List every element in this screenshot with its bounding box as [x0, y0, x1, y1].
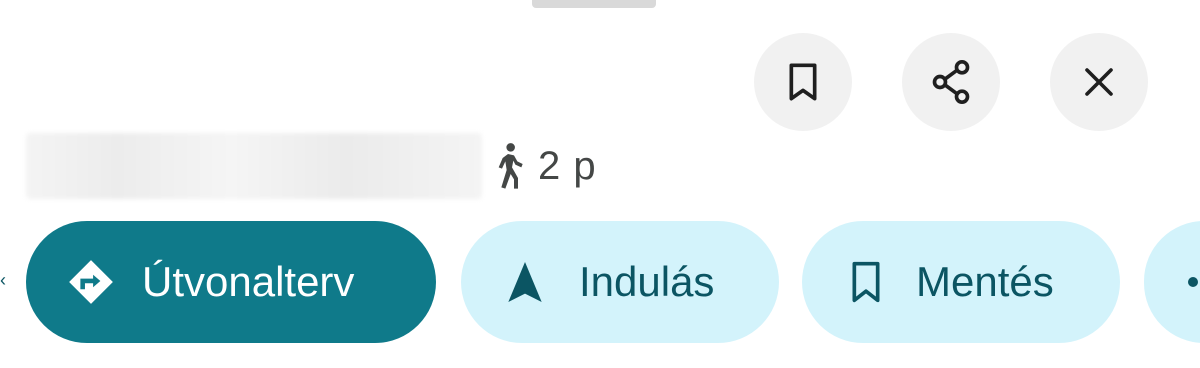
place-info-row: 2 p: [26, 133, 597, 199]
close-icon: [1081, 64, 1117, 100]
start-label: Indulás: [579, 258, 715, 305]
more-icon: [1188, 277, 1198, 287]
directions-button[interactable]: Útvonalterv: [26, 221, 436, 343]
drag-handle[interactable]: [532, 0, 656, 8]
save-chip-button[interactable]: Mentés: [802, 221, 1120, 343]
bookmark-icon: [783, 60, 823, 104]
close-button[interactable]: [1050, 33, 1148, 131]
navigation-arrow-icon: [505, 260, 545, 304]
place-sheet: 2 p ‹ Útvonalterv Indulás Mentés: [0, 0, 1200, 368]
travel-time: 2 p: [538, 143, 597, 188]
more-chip-button[interactable]: [1144, 221, 1200, 343]
directions-label: Útvonalterv: [142, 258, 355, 305]
bookmark-icon: [846, 258, 886, 306]
start-button[interactable]: Indulás: [461, 221, 779, 343]
share-icon: [929, 58, 973, 106]
save-label: Mentés: [916, 258, 1054, 305]
directions-icon: [66, 257, 116, 307]
share-button[interactable]: [902, 33, 1000, 131]
walk-icon: [490, 141, 526, 191]
save-button[interactable]: [754, 33, 852, 131]
blurred-address: [26, 133, 482, 199]
action-chips: Útvonalterv Indulás Mentés: [0, 221, 1200, 343]
